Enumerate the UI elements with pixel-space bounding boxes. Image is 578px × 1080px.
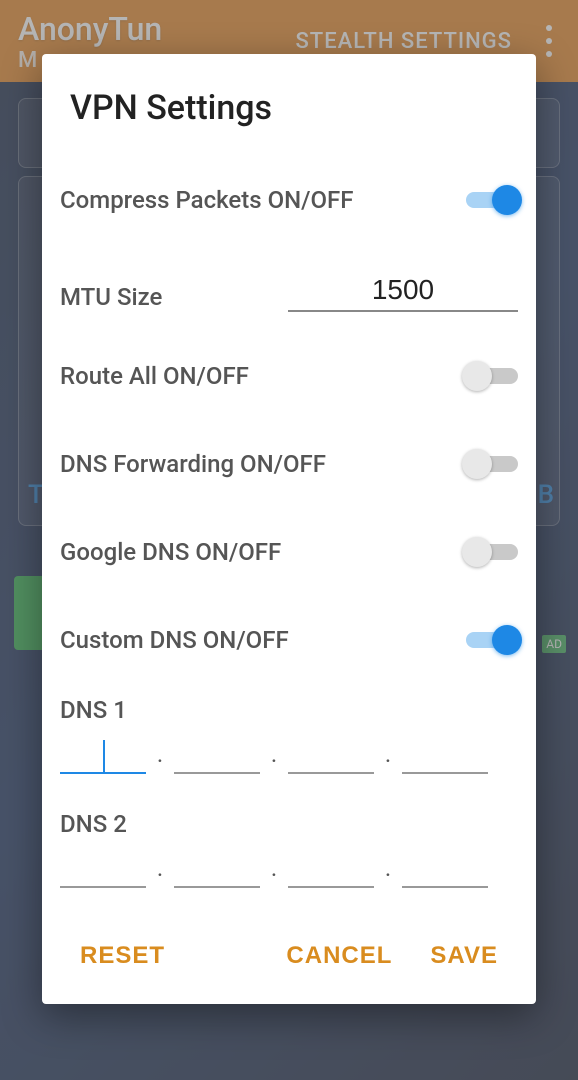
- google-dns-label: Google DNS ON/OFF: [60, 537, 466, 567]
- google-dns-row: Google DNS ON/OFF: [50, 508, 528, 596]
- dns1-octet-1[interactable]: [60, 734, 146, 774]
- dns2-octet-2[interactable]: [174, 848, 260, 888]
- custom-dns-toggle[interactable]: [466, 625, 518, 655]
- dns2-section: DNS 2 . . .: [50, 798, 528, 888]
- dns1-octet-3[interactable]: [288, 734, 374, 774]
- ip-dot: .: [146, 854, 174, 888]
- dns-forwarding-row: DNS Forwarding ON/OFF: [50, 420, 528, 508]
- route-all-label: Route All ON/OFF: [60, 361, 466, 391]
- reset-button[interactable]: RESET: [70, 934, 175, 978]
- compress-packets-label: Compress Packets ON/OFF: [60, 185, 466, 215]
- mtu-row: MTU Size: [50, 244, 528, 332]
- dns1-octet-2[interactable]: [174, 734, 260, 774]
- dialog-actions: RESET CANCEL SAVE: [42, 916, 536, 1004]
- google-dns-toggle[interactable]: [466, 537, 518, 567]
- dns1-section: DNS 1 . . .: [50, 684, 528, 774]
- ip-dot: .: [260, 740, 288, 774]
- dns2-label: DNS 2: [60, 810, 518, 838]
- dns2-octet-1[interactable]: [60, 848, 146, 888]
- route-all-toggle[interactable]: [466, 361, 518, 391]
- route-all-row: Route All ON/OFF: [50, 332, 528, 420]
- ip-dot: .: [374, 740, 402, 774]
- dns2-octet-3[interactable]: [288, 848, 374, 888]
- save-button[interactable]: SAVE: [420, 934, 508, 978]
- dns1-label: DNS 1: [60, 696, 518, 724]
- dialog-title: VPN Settings: [42, 88, 536, 156]
- dns1-octet-4[interactable]: [402, 734, 488, 774]
- mtu-input[interactable]: [288, 274, 518, 306]
- ip-dot: .: [146, 740, 174, 774]
- vpn-settings-dialog: VPN Settings Compress Packets ON/OFF MTU…: [42, 54, 536, 1004]
- compress-packets-toggle[interactable]: [466, 185, 518, 215]
- mtu-label: MTU Size: [60, 282, 288, 312]
- compress-packets-row: Compress Packets ON/OFF: [50, 156, 528, 244]
- dns2-octet-4[interactable]: [402, 848, 488, 888]
- ip-dot: .: [374, 854, 402, 888]
- cancel-button[interactable]: CANCEL: [276, 934, 402, 978]
- ip-dot: .: [260, 854, 288, 888]
- dns-forwarding-label: DNS Forwarding ON/OFF: [60, 449, 466, 479]
- dns-forwarding-toggle[interactable]: [466, 449, 518, 479]
- custom-dns-label: Custom DNS ON/OFF: [60, 625, 466, 655]
- custom-dns-row: Custom DNS ON/OFF: [50, 596, 528, 684]
